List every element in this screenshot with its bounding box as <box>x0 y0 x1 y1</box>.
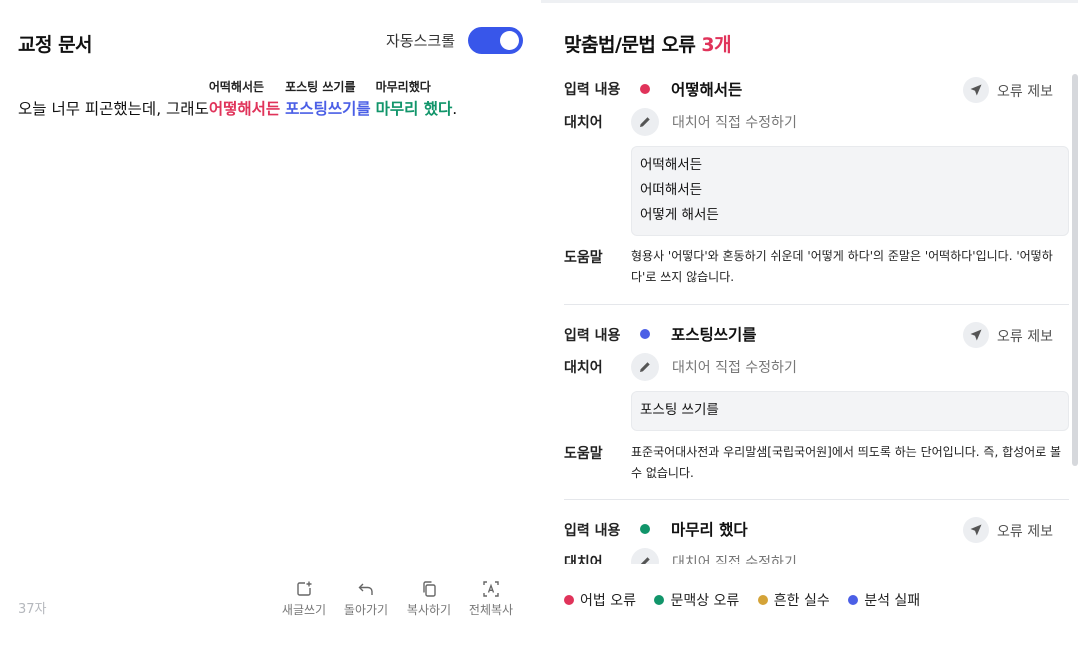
inline-suggestion-2: 포스팅 쓰기를 <box>285 80 356 94</box>
document-title: 교정 문서 <box>18 34 93 56</box>
char-count: 37자 <box>18 602 47 617</box>
legend-item-grammar: 어법 오류 <box>564 590 636 610</box>
new-post-label: 새글쓰기 <box>281 603 327 617</box>
legend-dot <box>848 595 859 605</box>
legend-item-failed: 분석 실패 <box>848 590 920 610</box>
input-label: 입력 내용 <box>564 82 621 98</box>
report-error-button[interactable]: 오류 제보 <box>963 322 1063 348</box>
error-list-scrollbar[interactable] <box>1072 74 1078 466</box>
error-type-dot <box>640 329 650 339</box>
document-editor[interactable]: 오늘 너무 피곤했는데, 그래도 어떡해서든 어떻해서든 포스팅 쓰기를 포스팅쓰기… <box>18 78 457 120</box>
new-post-button[interactable]: 새글쓰기 <box>274 580 334 618</box>
help-label: 도움말 <box>564 446 603 462</box>
copy-label: 복사하기 <box>406 603 452 617</box>
send-icon <box>963 517 989 543</box>
text-before: 오늘 너무 피곤했는데, 그래도 <box>18 100 209 118</box>
inline-suggestion-1: 어떡해서든 <box>208 80 265 94</box>
error-legend: 어법 오류 문맥상 오류 흔한 실수 분석 실패 <box>564 590 934 610</box>
suggestion-item[interactable]: 포스팅 쓰기를 <box>640 398 1060 423</box>
edit-replacement-button[interactable] <box>631 353 659 381</box>
send-icon <box>963 322 989 348</box>
replacement-label: 대치어 <box>564 115 603 131</box>
error-card-2: 입력 내용 포스팅쓰기를 오류 제보 대치어 대치어 직접 수정하기 포스팅 쓰… <box>564 305 1069 500</box>
pencil-icon <box>640 117 650 127</box>
legend-item-context: 문맥상 오류 <box>654 590 739 610</box>
replacement-label: 대치어 <box>564 555 603 564</box>
suggestion-item[interactable]: 어떻게 해서든 <box>640 203 1060 228</box>
error-word-2[interactable]: 포스팅 쓰기를 포스팅쓰기를 <box>285 78 371 120</box>
legend-item-common: 흔한 실수 <box>757 590 830 610</box>
error-word-3[interactable]: 마무리했다 마무리 했다 <box>376 78 453 120</box>
copy-all-label: 전체복사 <box>468 603 514 617</box>
copy-button[interactable]: 복사하기 <box>399 580 459 618</box>
edit-replacement-button[interactable] <box>631 108 659 136</box>
inline-suggestion-3: 마무리했다 <box>375 80 431 94</box>
new-post-icon <box>297 581 312 596</box>
error-word-1[interactable]: 어떡해서든 어떻해서든 <box>209 78 280 120</box>
help-text: 표준국어대사전과 우리말샘[국립국어원]에서 띄도록 하는 단어입니다. 즉, … <box>631 445 1062 480</box>
suggestion-item[interactable]: 어떠해서든 <box>640 178 1060 203</box>
errors-title: 맞춤법/문법 오류 3개 <box>564 34 732 56</box>
help-label: 도움말 <box>564 250 603 266</box>
legend-dot <box>757 595 768 605</box>
pencil-icon <box>640 557 650 564</box>
copy-all-button[interactable]: 전체복사 <box>461 580 521 618</box>
help-text: 형용사 '어떻다'와 혼동하기 쉬운데 '어떻게 하다'의 준말은 '어떡하다'… <box>631 249 1053 284</box>
original-word: 마무리 했다 <box>671 521 748 539</box>
errors-panel: 맞춤법/문법 오류 3개 입력 내용 어떻해서든 오류 제보 대치어 대치어 직접… <box>540 0 1078 645</box>
undo-label: 돌아가기 <box>343 603 389 617</box>
error-list[interactable]: 입력 내용 어떻해서든 오류 제보 대치어 대치어 직접 수정하기 어떡해서든 … <box>564 70 1070 564</box>
document-panel: 교정 문서 자동스크롤 오늘 너무 피곤했는데, 그래도 어떡해서든 어떻해서든 … <box>0 0 540 645</box>
edit-replacement-link[interactable]: 대치어 직접 수정하기 <box>672 357 797 377</box>
edit-replacement-link[interactable]: 대치어 직접 수정하기 <box>672 112 797 132</box>
original-word: 포스팅쓰기를 <box>671 326 757 344</box>
autoscroll-toggle[interactable] <box>468 27 523 54</box>
suggestion-box: 어떡해서든 어떠해서든 어떻게 해서든 <box>631 146 1069 236</box>
suggestion-box: 포스팅 쓰기를 <box>631 391 1069 431</box>
suggestion-item[interactable]: 어떡해서든 <box>640 153 1060 178</box>
edit-replacement-button[interactable] <box>631 548 659 564</box>
copy-all-icon <box>483 581 499 597</box>
input-label: 입력 내용 <box>564 328 621 344</box>
report-error-button[interactable]: 오류 제보 <box>963 77 1063 103</box>
undo-button[interactable]: 돌아가기 <box>336 580 396 618</box>
error-card-1: 입력 내용 어떻해서든 오류 제보 대치어 대치어 직접 수정하기 어떡해서든 … <box>564 70 1069 305</box>
report-error-button[interactable]: 오류 제보 <box>963 517 1063 543</box>
text-after: . <box>452 100 458 118</box>
replacement-label: 대치어 <box>564 360 603 376</box>
legend-dot <box>564 595 574 605</box>
copy-icon <box>423 581 436 597</box>
undo-icon <box>358 583 373 595</box>
send-icon <box>963 77 989 103</box>
error-type-dot <box>640 84 650 94</box>
original-word: 어떻해서든 <box>671 81 743 99</box>
legend-dot <box>654 595 665 605</box>
input-label: 입력 내용 <box>564 523 621 539</box>
autoscroll-label: 자동스크롤 <box>386 32 456 50</box>
pencil-icon <box>640 362 650 372</box>
toggle-knob <box>500 31 519 50</box>
error-count: 3개 <box>701 34 732 56</box>
error-card-3: 입력 내용 마무리 했다 오류 제보 대치어 대치어 직접 수정하기 <box>564 500 1069 564</box>
edit-replacement-link[interactable]: 대치어 직접 수정하기 <box>672 552 797 564</box>
error-type-dot <box>640 524 650 534</box>
